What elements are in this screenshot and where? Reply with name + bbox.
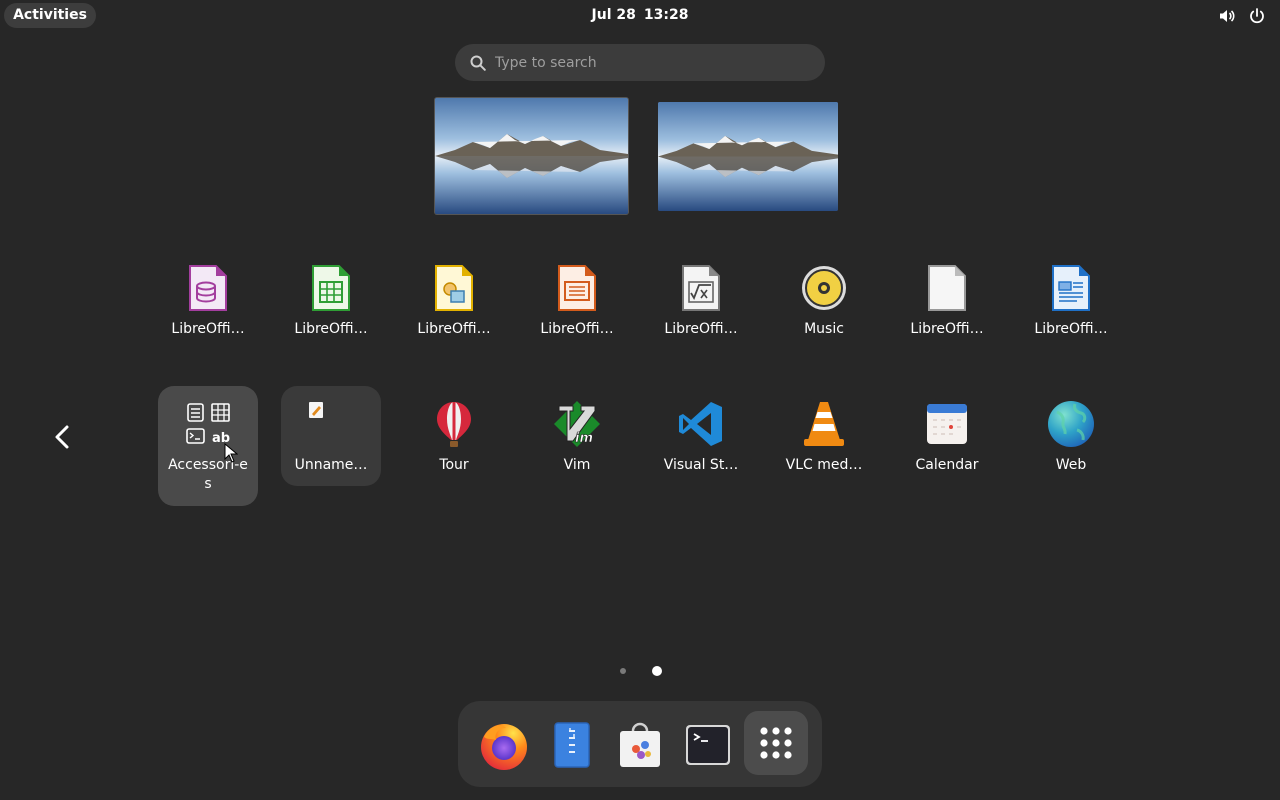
vscode-icon [679,402,722,446]
app-libreoffice-draw[interactable]: LibreOffi… [404,264,504,339]
accessories-folder-icon: ab [186,403,230,446]
folder-accessories[interactable]: ab Accessori-es [158,386,258,506]
top-bar: Activities Jul 28 13:28 [0,0,1280,32]
software-bag-icon[interactable] [614,719,666,771]
music-icon [802,266,846,310]
unnamed-folder-icon [309,402,323,418]
libreoffice-impress-icon [558,265,596,311]
app-libreoffice-calc[interactable]: LibreOffi… [281,264,381,339]
app-label: LibreOffi… [910,321,984,337]
app-music[interactable]: Music [774,264,874,339]
app-vlc[interactable]: VLC med… [774,400,874,475]
app-tour[interactable]: Tour [404,400,504,475]
firefox-icon[interactable] [478,719,530,771]
vlc-cone-icon [804,402,844,446]
app-libreoffice-impress[interactable]: LibreOffi… [527,264,627,339]
app-visual-studio-code[interactable]: Visual St… [651,400,751,475]
files-icon[interactable] [546,719,598,771]
clock: Jul 28 13:28 [0,7,1280,23]
app-label: Calendar [915,457,979,473]
libreoffice-calc-icon [312,265,350,311]
search-icon [470,55,486,71]
activities-button[interactable]: Activities [4,3,96,28]
libreoffice-math-icon [682,265,720,311]
workspace-thumbnail-1[interactable] [435,98,628,214]
libreoffice-base-icon [189,265,227,311]
app-label: Unname… [294,457,368,473]
mouse-cursor-icon [224,443,238,463]
app-label: Music [804,321,844,337]
svg-text:im: im [575,431,593,446]
folder-unnamed[interactable]: Unname… [281,386,381,486]
app-label: Web [1055,457,1087,473]
workspace-thumbnail-2[interactable] [658,102,838,211]
tour-balloon-icon [437,402,471,447]
power-icon[interactable] [1248,7,1266,25]
web-globe-icon [1048,401,1094,447]
app-libreoffice-writer[interactable]: LibreOffi… [1021,264,1121,339]
libreoffice-writer-icon [1052,265,1090,311]
vim-icon: im [554,401,600,447]
app-libreoffice-base[interactable]: LibreOffi… [158,264,258,339]
app-vim[interactable]: im Vim [527,400,627,475]
libreoffice-draw-icon [435,265,473,311]
app-label: LibreOffi… [540,321,614,337]
page-dot-1[interactable] [620,668,626,674]
app-label: Accessori-es [168,457,248,492]
clock-date[interactable]: Jul 28 [592,7,636,23]
chevron-left-icon[interactable] [50,422,76,452]
app-label: LibreOffi… [294,321,368,337]
app-libreoffice[interactable]: LibreOffi… [897,264,997,339]
page-dot-2-active[interactable] [652,666,662,676]
app-web[interactable]: Web [1021,400,1121,475]
calendar-icon [927,404,967,444]
app-label: Tour [439,457,469,473]
app-libreoffice-math[interactable]: LibreOffi… [651,264,751,339]
app-label: LibreOffi… [664,321,738,337]
app-label: Visual St… [663,457,739,473]
app-grid-icon[interactable] [750,717,802,769]
app-label: VLC med… [785,457,863,473]
libreoffice-icon [928,265,966,311]
app-label: LibreOffi… [171,321,245,337]
app-calendar[interactable]: Calendar [897,400,997,475]
dash [458,701,822,787]
app-label: LibreOffi… [417,321,491,337]
app-label: LibreOffi… [1034,321,1108,337]
search-input[interactable] [495,44,805,81]
clock-time[interactable]: 13:28 [644,7,689,23]
volume-icon[interactable] [1218,7,1236,25]
app-label: Vim [563,457,591,473]
system-tray[interactable] [1218,7,1266,25]
search-bar[interactable] [455,44,825,81]
terminal-icon[interactable] [682,719,734,771]
page-indicator [612,664,668,678]
